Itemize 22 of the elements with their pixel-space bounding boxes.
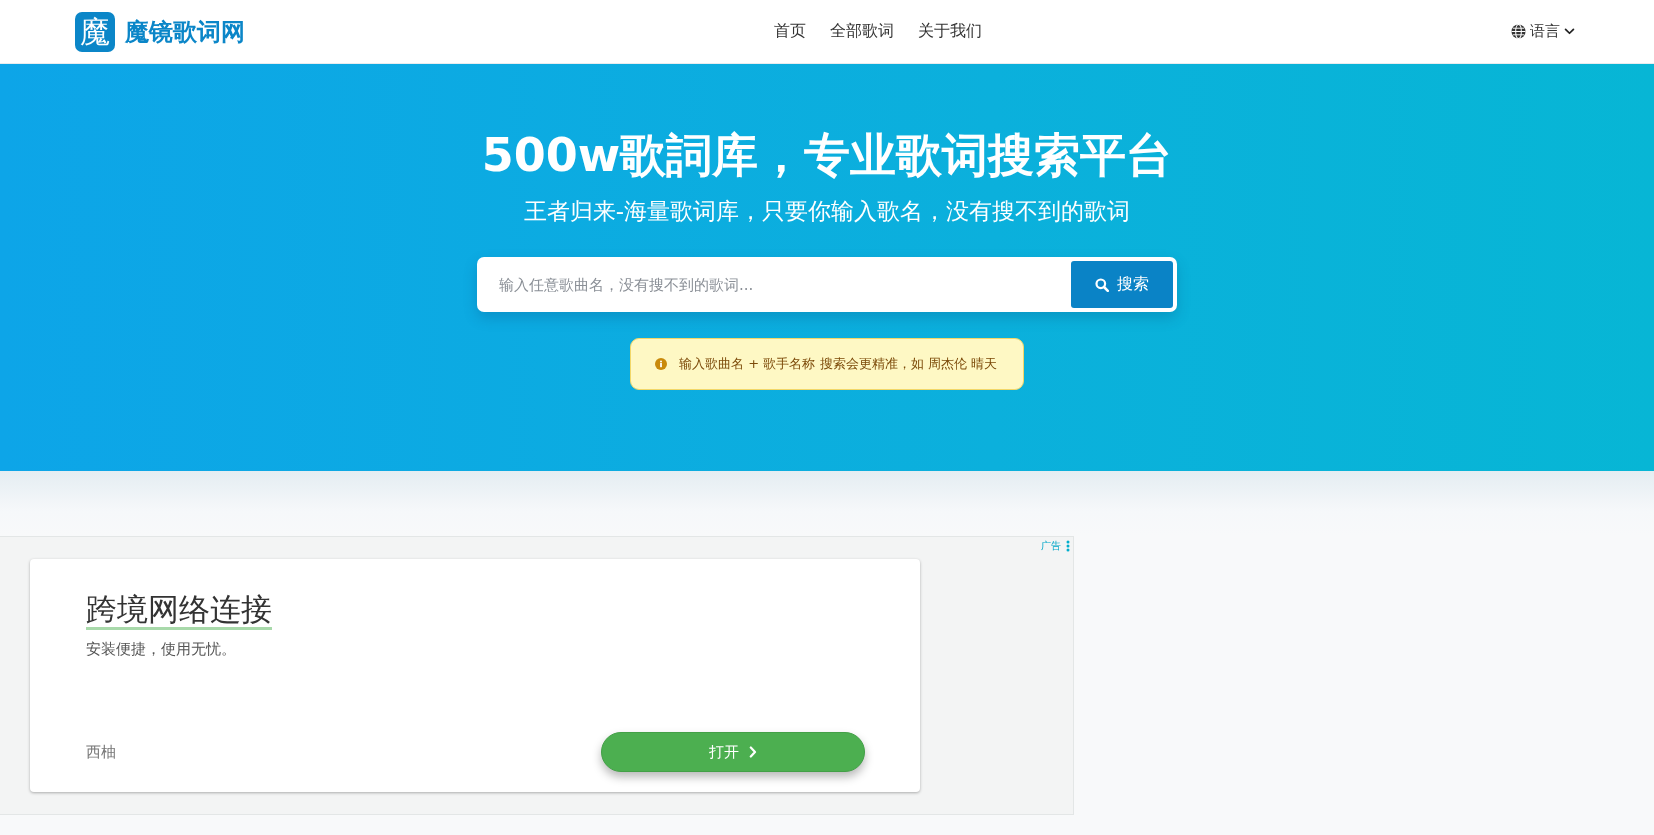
tip-text: 输入歌曲名 + 歌手名称 搜索会更精准，如 周杰伦 晴天 bbox=[679, 355, 997, 373]
nav-link[interactable]: 全部歌词 bbox=[830, 21, 894, 42]
globe-icon bbox=[1511, 24, 1526, 39]
hero-subtitle: 王者归来-海量歌词库，只要你输入歌名，没有搜不到的歌词 bbox=[523, 197, 1131, 226]
nav-link[interactable]: 关于我们 bbox=[918, 21, 982, 42]
ad-label: 广告 bbox=[1041, 539, 1061, 553]
logo-mark: 魔 bbox=[75, 11, 115, 52]
nav-link[interactable]: 首页 bbox=[774, 21, 806, 42]
hero-title: 500w歌詞库，专业歌词搜索平台 bbox=[481, 127, 1173, 183]
ad-description: 安装便捷，使用无忧。 bbox=[86, 640, 236, 659]
info-icon bbox=[655, 358, 668, 370]
search-field[interactable]: 输入任意歌曲名，没有搜不到的歌词... 搜索 bbox=[477, 257, 1177, 312]
home-link[interactable]: 魔 魔镜歌词网 bbox=[75, 11, 245, 52]
chevron-right-icon bbox=[749, 746, 757, 758]
site-name: 魔镜歌词网 bbox=[125, 16, 245, 48]
search-button[interactable]: 搜索 bbox=[1071, 261, 1173, 308]
advertiser-name: 西柚 bbox=[86, 742, 116, 762]
ad-title: 跨境网络连接 bbox=[86, 591, 272, 630]
more-icon[interactable] bbox=[1066, 540, 1070, 552]
search-icon bbox=[1095, 277, 1109, 292]
chevron-down-icon bbox=[1564, 28, 1575, 35]
language-menu[interactable]: 语言 bbox=[1511, 22, 1575, 41]
